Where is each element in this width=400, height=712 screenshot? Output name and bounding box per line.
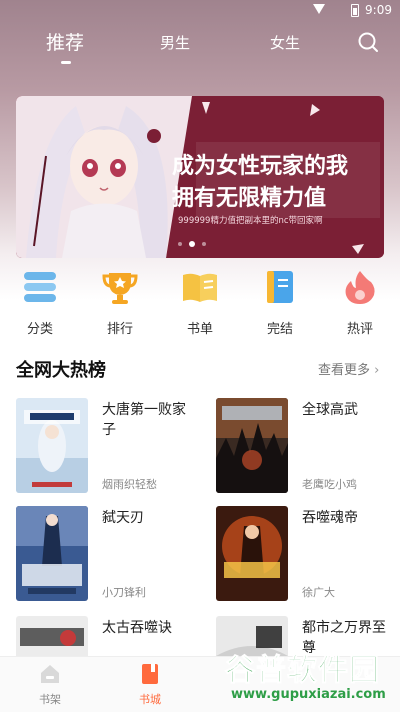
category-label: 排行 <box>106 322 133 337</box>
book-title: 全球高武 <box>302 402 358 418</box>
banner-title-line1: 成为女性玩家的我 <box>172 154 349 179</box>
section-title: 全网大热榜 <box>16 360 106 381</box>
book-author: 老鹰吃小鸡 <box>302 478 357 491</box>
banner-subtitle: 999999精力值把副本里的nc带回家啊 <box>178 216 323 226</box>
category-label: 书单 <box>186 322 213 337</box>
book-author: 烟雨织轻愁 <box>102 478 157 491</box>
banner-text-block: 成为女性玩家的我 拥有无限精力值 999999精力值把副本里的nc带回家啊 <box>166 146 376 230</box>
category-icon <box>24 272 56 302</box>
see-more-link[interactable]: 查看更多 › <box>318 359 379 378</box>
bottom-nav-bookstore[interactable]: 书城 <box>120 663 180 707</box>
category-row: 分类 排行 书单 完结 热评 <box>0 268 400 337</box>
tab-female[interactable]: 女生 <box>270 32 300 53</box>
book-cover <box>216 398 288 493</box>
book-title: 太古吞噬诀 <box>102 620 172 636</box>
book-card[interactable]: 大唐第一败家子 烟雨织轻愁 <box>16 398 196 493</box>
category-classify[interactable]: 分类 <box>10 268 70 337</box>
watermark-name: 谷普软件园 <box>225 653 380 689</box>
active-tab-indicator <box>61 61 71 64</box>
top-nav: 推荐 男生 女生 <box>0 28 400 68</box>
watermark-url: www.gupuxiazai.com <box>231 687 386 702</box>
book-cover <box>16 398 88 493</box>
category-ranking[interactable]: 排行 <box>90 268 150 337</box>
search-icon[interactable] <box>356 30 380 54</box>
book-cover <box>216 506 288 601</box>
book-cover <box>16 506 88 601</box>
bottom-nav-bookshelf[interactable]: 书架 <box>20 663 80 707</box>
status-time: 9:09 <box>365 3 392 17</box>
bookshelf-icon <box>41 665 59 683</box>
book-title: 吞噬魂帝 <box>302 510 358 526</box>
signal-icon <box>313 4 325 14</box>
banner-title-line2: 拥有无限精力值 <box>172 186 327 211</box>
banner-dot[interactable] <box>178 242 182 246</box>
book-title: 大唐第一败家子 <box>102 402 186 438</box>
category-finished[interactable]: 完结 <box>250 268 310 337</box>
tab-male[interactable]: 男生 <box>160 32 190 53</box>
banner-pager <box>178 241 206 247</box>
category-label: 分类 <box>26 322 53 337</box>
trophy-icon <box>102 273 138 304</box>
banner-dot[interactable] <box>202 242 206 246</box>
bottom-nav-label: 书架 <box>39 693 61 706</box>
category-label: 热评 <box>346 322 373 337</box>
chevron-right-icon: › <box>374 363 380 378</box>
status-bar: 9:09 <box>0 0 400 22</box>
book-title: 弑天刃 <box>102 510 144 526</box>
site-watermark: 谷普软件园 www.gupuxiazai.com <box>225 645 397 709</box>
banner-dot-active[interactable] <box>189 241 195 247</box>
category-hot-comment[interactable]: 热评 <box>330 268 390 337</box>
book-list-icon <box>183 273 217 302</box>
bookstore-icon <box>142 664 158 684</box>
book-card[interactable]: 全球高武 老鹰吃小鸡 <box>216 398 396 493</box>
finished-book-icon <box>267 271 293 303</box>
category-booklist[interactable]: 书单 <box>170 268 230 337</box>
bottom-nav-label: 书城 <box>139 693 161 706</box>
battery-icon <box>351 3 360 17</box>
book-card[interactable]: 弑天刃 小刀锋利 <box>16 506 196 601</box>
hot-comment-icon <box>345 271 375 304</box>
book-card[interactable]: 吞噬魂帝 徐广大 <box>216 506 396 601</box>
category-label: 完结 <box>266 322 293 337</box>
book-author: 徐广大 <box>302 586 335 599</box>
see-more-label: 查看更多 <box>318 363 371 378</box>
promo-banner[interactable]: 成为女性玩家的我 拥有无限精力值 999999精力值把副本里的nc带回家啊 <box>16 96 384 258</box>
book-author: 小刀锋利 <box>102 586 146 599</box>
tab-recommend[interactable]: 推荐 <box>46 28 84 55</box>
